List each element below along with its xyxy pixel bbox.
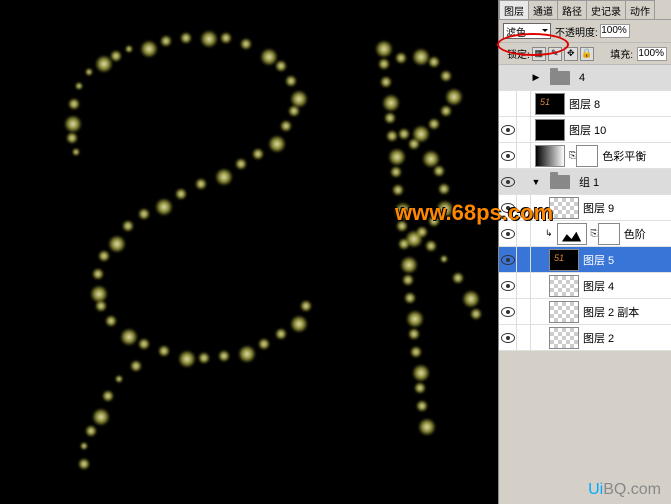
watermark-uibq: UiBQ.com <box>588 481 661 499</box>
adjustment-thumb <box>557 223 587 245</box>
tab-layers[interactable]: 图层 <box>499 0 529 19</box>
lock-pixels-icon[interactable]: ✎ <box>548 47 562 61</box>
watermark-68ps: www.68ps.com <box>395 200 553 226</box>
layer-name: 图层 2 <box>583 330 671 346</box>
layer-thumb <box>549 197 579 219</box>
layer-group-4[interactable]: ▶ 4 <box>499 65 671 91</box>
layer-row-colorbalance[interactable]: ⎘ 色彩平衡 <box>499 143 671 169</box>
layer-name: 图层 8 <box>569 96 671 112</box>
layer-thumb <box>549 249 579 271</box>
layer-thumb <box>535 119 565 141</box>
layer-row-2[interactable]: 图层 2 <box>499 325 671 351</box>
layer-name: 图层 2 副本 <box>583 304 671 320</box>
tab-channels[interactable]: 通道 <box>528 0 558 19</box>
eye-icon[interactable] <box>501 333 515 343</box>
layer-name: 图层 5 <box>583 252 671 268</box>
layer-name: 图层 9 <box>583 200 671 216</box>
opacity-input[interactable]: 100% <box>600 24 630 38</box>
chevron-right-icon[interactable]: ▶ <box>531 72 541 83</box>
fill-input[interactable]: 100% <box>637 47 667 61</box>
fill-label: 填充: <box>610 46 633 61</box>
layer-row-5[interactable]: 图层 5 <box>499 247 671 273</box>
layer-row-4[interactable]: 图层 4 <box>499 273 671 299</box>
tab-actions[interactable]: 动作 <box>625 0 655 19</box>
eye-icon[interactable] <box>501 177 515 187</box>
layer-name: 组 1 <box>579 174 671 190</box>
layer-mask <box>576 145 598 167</box>
link-icon: ⎘ <box>569 150 576 161</box>
opacity-label: 不透明度: <box>555 24 598 39</box>
canvas-art <box>0 0 498 504</box>
layer-thumb <box>549 301 579 323</box>
lock-all-icon[interactable]: 🔒 <box>580 47 594 61</box>
layer-name: 图层 4 <box>583 278 671 294</box>
layer-row-2-copy[interactable]: 图层 2 副本 <box>499 299 671 325</box>
lock-label: 锁定: <box>507 46 530 61</box>
eye-icon[interactable] <box>501 229 515 239</box>
chevron-down-icon[interactable]: ▼ <box>531 177 541 187</box>
layer-thumb <box>535 93 565 115</box>
tab-paths[interactable]: 路径 <box>557 0 587 19</box>
layer-name: 4 <box>579 72 671 84</box>
eye-icon[interactable] <box>501 151 515 161</box>
adjustment-thumb <box>535 145 565 167</box>
folder-icon <box>545 67 575 89</box>
link-icon: ⎘ <box>591 228 598 239</box>
layer-name: 色阶 <box>624 226 671 242</box>
eye-icon[interactable] <box>501 255 515 265</box>
layer-name: 色彩平衡 <box>602 148 671 164</box>
lock-position-icon[interactable]: ✥ <box>564 47 578 61</box>
layer-mask <box>598 223 620 245</box>
eye-icon[interactable] <box>501 281 515 291</box>
layer-row-10[interactable]: 图层 10 <box>499 117 671 143</box>
layer-row-8[interactable]: 图层 8 <box>499 91 671 117</box>
layer-group-1[interactable]: ▼ 组 1 <box>499 169 671 195</box>
tab-history[interactable]: 史记录 <box>586 0 626 19</box>
blend-mode-select[interactable]: 滤色 <box>503 23 551 39</box>
layer-thumb <box>549 327 579 349</box>
eye-icon[interactable] <box>501 307 515 317</box>
layer-thumb <box>549 275 579 297</box>
eye-icon[interactable] <box>501 125 515 135</box>
layers-panel: 图层 通道 路径 史记录 动作 滤色 不透明度: 100% 锁定: ▦ ✎ ✥ … <box>498 0 671 504</box>
lock-transparent-icon[interactable]: ▦ <box>532 47 546 61</box>
layer-name: 图层 10 <box>569 122 671 138</box>
folder-icon <box>545 171 575 193</box>
